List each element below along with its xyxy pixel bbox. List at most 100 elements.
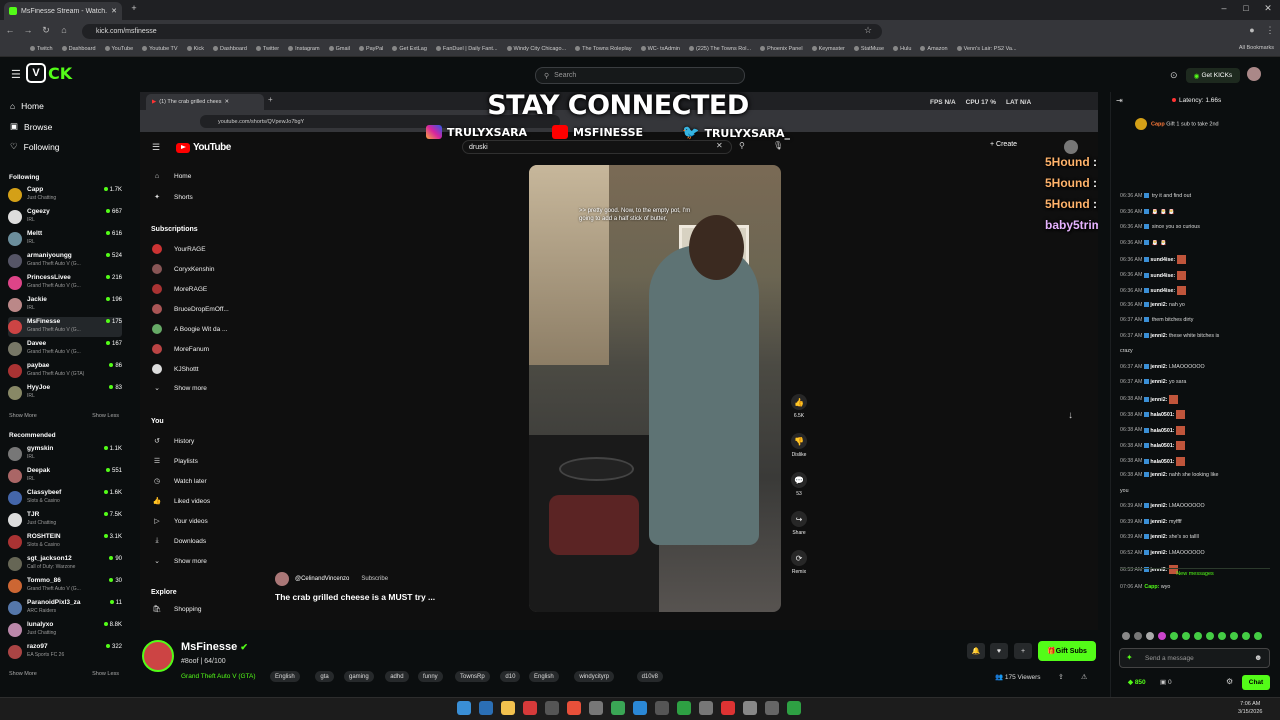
bookmark-item[interactable]: Twitch xyxy=(30,46,53,52)
app-icon[interactable] xyxy=(699,701,713,715)
app-icon[interactable] xyxy=(523,701,537,715)
show-less-button[interactable]: Show Less xyxy=(92,671,119,677)
browser-tab[interactable]: MsFinesse Stream - Watch... ✕ xyxy=(4,2,122,20)
home-icon[interactable]: ⌂ xyxy=(58,25,70,35)
show-more-button[interactable]: Show More xyxy=(9,671,37,677)
stream-tag[interactable]: TownsRp xyxy=(455,671,490,682)
streamer-name[interactable]: MsFinesse ✔ xyxy=(181,641,248,653)
stream-tag[interactable]: funny xyxy=(418,671,443,682)
bookmark-item[interactable]: Instagram xyxy=(288,46,319,52)
emote-icon[interactable] xyxy=(1194,632,1202,640)
points-secondary[interactable]: ▣ 0 xyxy=(1160,678,1172,686)
profile-avatar-icon[interactable]: ● xyxy=(1246,25,1258,35)
channel-item[interactable]: paybae Grand Theft Auto V (GTA) 86 xyxy=(8,361,122,381)
chat-settings-icon[interactable]: ⚙ xyxy=(1226,677,1233,686)
bookmark-item[interactable]: StatMuse xyxy=(854,46,884,52)
channel-item[interactable]: HyyJoe IRL 83 xyxy=(8,383,122,403)
stream-tag[interactable]: gta xyxy=(315,671,334,682)
emote-icon[interactable] xyxy=(1170,632,1178,640)
bookmark-item[interactable]: (225) The Towns Rol... xyxy=(689,46,751,52)
channel-item[interactable]: ROSHTEIN Slots & Casino 3.1K xyxy=(8,532,122,552)
chat-input[interactable]: Send a message xyxy=(1119,648,1270,668)
channel-item[interactable]: Deepak IRL 551 xyxy=(8,466,122,486)
pinned-gift[interactable]: Capp Gift 1 sub to take 2nd xyxy=(1135,118,1271,142)
stream-tag[interactable]: windycityrp xyxy=(574,671,615,682)
bookmark-item[interactable]: Amazon xyxy=(920,46,947,52)
channel-item[interactable]: ParanoidPixl3_za ARC Raiders 11 xyxy=(8,598,122,618)
bookmark-item[interactable]: Twitter xyxy=(256,46,279,52)
app-icon[interactable] xyxy=(633,701,647,715)
app-icon[interactable] xyxy=(743,701,757,715)
chat-send-button[interactable]: Chat xyxy=(1242,675,1270,690)
emote-bar[interactable] xyxy=(1122,632,1270,642)
emote-icon[interactable] xyxy=(1242,632,1250,640)
app-icon[interactable] xyxy=(787,701,801,715)
windows-start-icon[interactable] xyxy=(457,701,471,715)
nav-following[interactable]: ♡ Following xyxy=(10,141,60,152)
bookmark-item[interactable]: Keymaster xyxy=(812,46,845,52)
maximize-button[interactable]: □ xyxy=(1236,3,1256,13)
channel-item[interactable]: Tommo_86 Grand Theft Auto V (G... 30 xyxy=(8,576,122,596)
bookmark-item[interactable]: Dashboard xyxy=(213,46,247,52)
bookmark-item[interactable]: The Towns Roleplay xyxy=(575,46,631,52)
browser-menu-icon[interactable]: ⋮ xyxy=(1264,25,1276,36)
nav-home[interactable]: ⌂ Home xyxy=(10,101,44,111)
emote-icon[interactable] xyxy=(1206,632,1214,640)
app-icon[interactable] xyxy=(589,701,603,715)
bookmark-item[interactable]: WC- txAdmin xyxy=(641,46,680,52)
channel-item[interactable]: MsFinesse Grand Theft Auto V (G... 175 xyxy=(8,317,122,337)
channel-item[interactable]: lunalyxo Just Chatting 8.8K xyxy=(8,620,122,640)
channel-item[interactable]: Meltt IRL 616 xyxy=(8,229,122,249)
spotify-icon[interactable] xyxy=(677,701,691,715)
terminal-icon[interactable] xyxy=(545,701,559,715)
minimize-button[interactable]: – xyxy=(1214,3,1234,13)
get-kicks-button[interactable]: ◉ Get KICKs xyxy=(1186,68,1240,83)
bookmark-item[interactable]: Gmail xyxy=(329,46,350,52)
gift-subs-button[interactable]: 🎁 Gift Subs xyxy=(1038,641,1096,661)
hamburger-menu-icon[interactable]: ☰ xyxy=(11,68,21,81)
bookmark-item[interactable]: Youtube TV xyxy=(142,46,177,52)
bookmark-item[interactable]: Windy City Chicago... xyxy=(507,46,567,52)
channel-item[interactable]: gymskin IRL 1.1K xyxy=(8,444,122,464)
channel-item[interactable]: Capp Just Chatting 1.7K xyxy=(8,185,122,205)
show-less-button[interactable]: Show Less xyxy=(92,413,119,419)
user-avatar[interactable] xyxy=(1247,67,1261,81)
stream-tag[interactable]: gaming xyxy=(344,671,374,682)
bookmark-item[interactable]: Venn's Lair: PS2 Va... xyxy=(957,46,1017,52)
stream-tag[interactable]: English xyxy=(529,671,559,682)
app-icon[interactable] xyxy=(655,701,669,715)
stream-tag[interactable]: adhd xyxy=(385,671,409,682)
channel-item[interactable]: sgt_jackson12 Call of Duty: Warzone 90 xyxy=(8,554,122,574)
emote-icon[interactable] xyxy=(1122,632,1130,640)
bell-icon[interactable]: 🔔 xyxy=(967,643,985,659)
app-icon[interactable] xyxy=(765,701,779,715)
kick-logo[interactable]: V CK xyxy=(26,63,78,83)
nav-browse[interactable]: ▣ Browse xyxy=(10,121,52,132)
emoji-icon[interactable]: ☻ xyxy=(1254,653,1262,662)
forward-icon[interactable]: → xyxy=(22,25,34,35)
edge-icon[interactable] xyxy=(479,701,493,715)
app-icon[interactable] xyxy=(721,701,735,715)
streamer-avatar[interactable] xyxy=(142,640,174,672)
app-icon[interactable] xyxy=(611,701,625,715)
bookmark-item[interactable]: PayPal xyxy=(359,46,383,52)
emote-icon[interactable] xyxy=(1230,632,1238,640)
channel-item[interactable]: Cgeezy IRL 667 xyxy=(8,207,122,227)
emote-icon[interactable] xyxy=(1254,632,1262,640)
all-bookmarks[interactable]: All Bookmarks xyxy=(1239,45,1274,51)
stream-tag[interactable]: d10 xyxy=(500,671,521,682)
bookmark-item[interactable]: YouTube xyxy=(105,46,134,52)
channel-item[interactable]: Davee Grand Theft Auto V (G... 167 xyxy=(8,339,122,359)
kick-emote-icon[interactable]: ✦ xyxy=(1126,653,1133,662)
share-icon[interactable]: ⇪ xyxy=(1058,673,1064,681)
close-window-button[interactable]: ✕ xyxy=(1258,3,1278,14)
new-tab-button[interactable]: + xyxy=(124,3,144,13)
collapse-chat-icon[interactable]: ⇥ xyxy=(1116,96,1123,105)
bookmark-item[interactable]: Phoenix Panel xyxy=(760,46,802,52)
bookmark-star-icon[interactable]: ☆ xyxy=(862,25,874,36)
stream-tag[interactable]: English xyxy=(270,671,300,682)
emote-icon[interactable] xyxy=(1146,632,1154,640)
file-explorer-icon[interactable] xyxy=(501,701,515,715)
channel-item[interactable]: razo97 EA Sports FC 26 322 xyxy=(8,642,122,662)
bookmark-item[interactable]: Hulu xyxy=(893,46,911,52)
